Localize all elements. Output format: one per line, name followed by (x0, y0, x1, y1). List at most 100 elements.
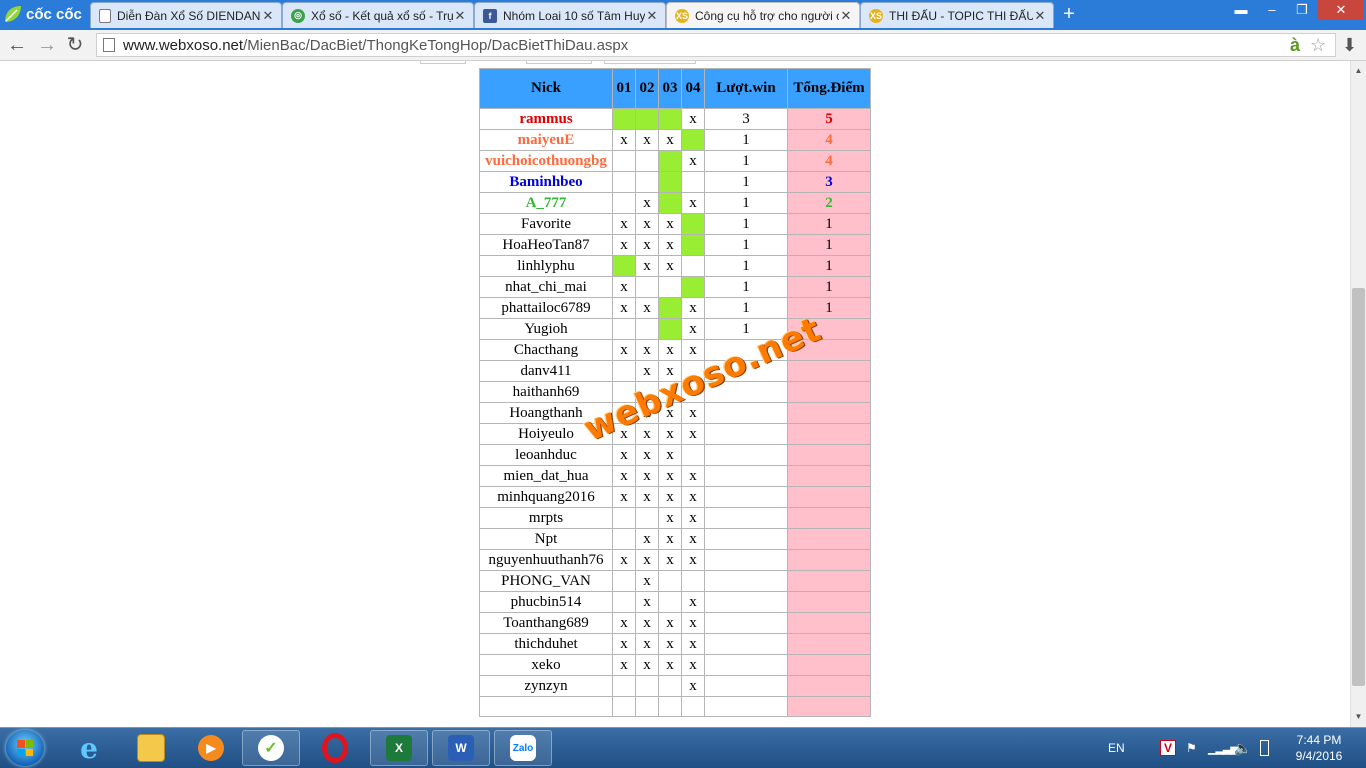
minimize-button[interactable]: – (1258, 0, 1286, 20)
table-row: A_777 x x 1 2 (479, 192, 871, 214)
tab-diendan[interactable]: Diễn Đàn Xổ Số DIENDANXOSO ✕ (90, 2, 282, 28)
xs-icon: XS (869, 8, 883, 23)
translate-icon[interactable]: à (1290, 34, 1300, 56)
round-1-cell (612, 381, 636, 403)
wins-cell (704, 381, 788, 403)
round-4-cell (681, 255, 705, 277)
round-4-cell: x (681, 507, 705, 529)
nick-cell: mien_dat_hua (479, 465, 613, 487)
wins-cell (704, 675, 788, 697)
total-cell: 1 (787, 234, 871, 256)
round-2-cell: x (635, 129, 659, 151)
close-icon[interactable]: ✕ (1033, 8, 1047, 24)
nick-cell: vuichoicothuongbg (479, 150, 613, 172)
total-cell (787, 402, 871, 424)
nick-cell: mrpts (479, 507, 613, 529)
round-3-cell: x (658, 360, 682, 382)
tab-ketqua[interactable]: ◎ Xổ số - Kết quả xổ số - Trực ✕ (282, 2, 474, 28)
round-2-cell: x (635, 591, 659, 613)
round-1-cell: x (612, 423, 636, 445)
battery-icon[interactable] (1260, 728, 1269, 768)
address-bar[interactable]: www.webxoso.net/MienBac/DacBiet/ThongKeT… (96, 33, 1336, 57)
total-cell: 1 (787, 255, 871, 277)
close-window-button[interactable]: ✕ (1318, 0, 1364, 20)
round-2-cell (635, 381, 659, 403)
nick-cell: xeko (479, 654, 613, 676)
system-clock[interactable]: 7:44 PM 9/4/2016 (1284, 732, 1354, 764)
round-4-cell: x (681, 465, 705, 487)
bookmark-star-icon[interactable]: ☆ (1310, 34, 1326, 56)
new-tab-button[interactable]: + (1060, 4, 1078, 24)
back-button[interactable]: ← (6, 34, 28, 56)
tab-thidau[interactable]: XS THI ĐẤU - TOPIC THI ĐẤU ĐẶC ✕ (860, 2, 1054, 28)
table-row: Hoiyeulo x x x x (479, 423, 871, 445)
tab-congcu[interactable]: XS Công cụ hỗ trợ cho người chơi ✕ (666, 2, 860, 28)
total-cell (787, 591, 871, 613)
tray-v-icon[interactable]: V (1160, 728, 1177, 768)
zalo-icon[interactable]: Zalo (494, 730, 552, 766)
tab-facebook[interactable]: f Nhóm Loai 10 số Tâm Huyết ✕ (474, 2, 666, 28)
round-1-cell: x (612, 465, 636, 487)
round-1-cell: x (612, 612, 636, 634)
round-1-cell: x (612, 633, 636, 655)
total-cell (787, 339, 871, 361)
round-3-cell: x (658, 402, 682, 424)
scroll-down-arrow-icon[interactable]: ▼ (1351, 709, 1366, 724)
tab-title: Nhóm Loai 10 số Tâm Huyết (503, 8, 645, 23)
download-icon[interactable]: ⬇ (1342, 34, 1357, 56)
round-3-cell: x (658, 255, 682, 277)
nick-cell: phattailoc6789 (479, 297, 613, 319)
round-1-cell (612, 402, 636, 424)
round-3-cell: x (658, 423, 682, 445)
round-2-cell: x (635, 234, 659, 256)
explorer-icon[interactable] (122, 730, 180, 766)
empty-cell (658, 696, 682, 717)
scrollbar-thumb[interactable] (1352, 288, 1365, 686)
word-icon[interactable]: W (432, 730, 490, 766)
wins-cell (704, 549, 788, 571)
close-icon[interactable]: ✕ (453, 8, 467, 24)
restore-button[interactable]: ❐ (1288, 0, 1316, 20)
table-row: PHONG_VAN x (479, 570, 871, 592)
round-4-cell: x (681, 108, 705, 130)
close-icon[interactable]: ✕ (261, 8, 275, 24)
tab-title: Diễn Đàn Xổ Số DIENDANXOSO (117, 8, 261, 23)
coccoc-logo[interactable]: cốc cốc (0, 0, 90, 28)
round-4-cell: x (681, 591, 705, 613)
opera-icon[interactable] (306, 730, 364, 766)
wins-cell: 1 (704, 150, 788, 172)
wins-cell (704, 465, 788, 487)
wins-cell: 1 (704, 234, 788, 256)
round-3-cell: x (658, 339, 682, 361)
reload-button[interactable]: ↻ (64, 34, 86, 56)
nick-cell: thichduhet (479, 633, 613, 655)
action-center-flag-icon[interactable]: ⚑ (1186, 728, 1197, 768)
round-3-cell (658, 675, 682, 697)
volume-icon[interactable]: 🔈 (1234, 728, 1251, 768)
start-button[interactable] (6, 730, 44, 766)
round-4-cell: x (681, 339, 705, 361)
vertical-scrollbar[interactable]: ▲ ▼ (1350, 61, 1366, 727)
total-cell (787, 549, 871, 571)
excel-icon[interactable]: X (370, 730, 428, 766)
forward-button[interactable]: → (36, 34, 58, 56)
table-row: mrpts x x (479, 507, 871, 529)
total-cell (787, 612, 871, 634)
tab-menu-button[interactable]: ▬ (1228, 0, 1254, 20)
nick-cell: Toanthang689 (479, 612, 613, 634)
round-4-cell: x (681, 633, 705, 655)
close-icon[interactable]: ✕ (645, 8, 659, 24)
media-player-icon[interactable]: ▶ (182, 730, 240, 766)
round-3-cell: x (658, 612, 682, 634)
empty-cell (704, 696, 788, 717)
coccoc-icon[interactable]: ✓ (242, 730, 300, 766)
wins-cell (704, 444, 788, 466)
nick-cell: minhquang2016 (479, 486, 613, 508)
close-icon[interactable]: ✕ (839, 8, 853, 24)
language-indicator[interactable]: EN (1108, 728, 1125, 768)
scroll-up-arrow-icon[interactable]: ▲ (1351, 63, 1366, 78)
empty-cell (612, 696, 636, 717)
wins-cell (704, 486, 788, 508)
ie-icon[interactable]: e (60, 730, 118, 766)
nick-cell: nhat_chi_mai (479, 276, 613, 298)
